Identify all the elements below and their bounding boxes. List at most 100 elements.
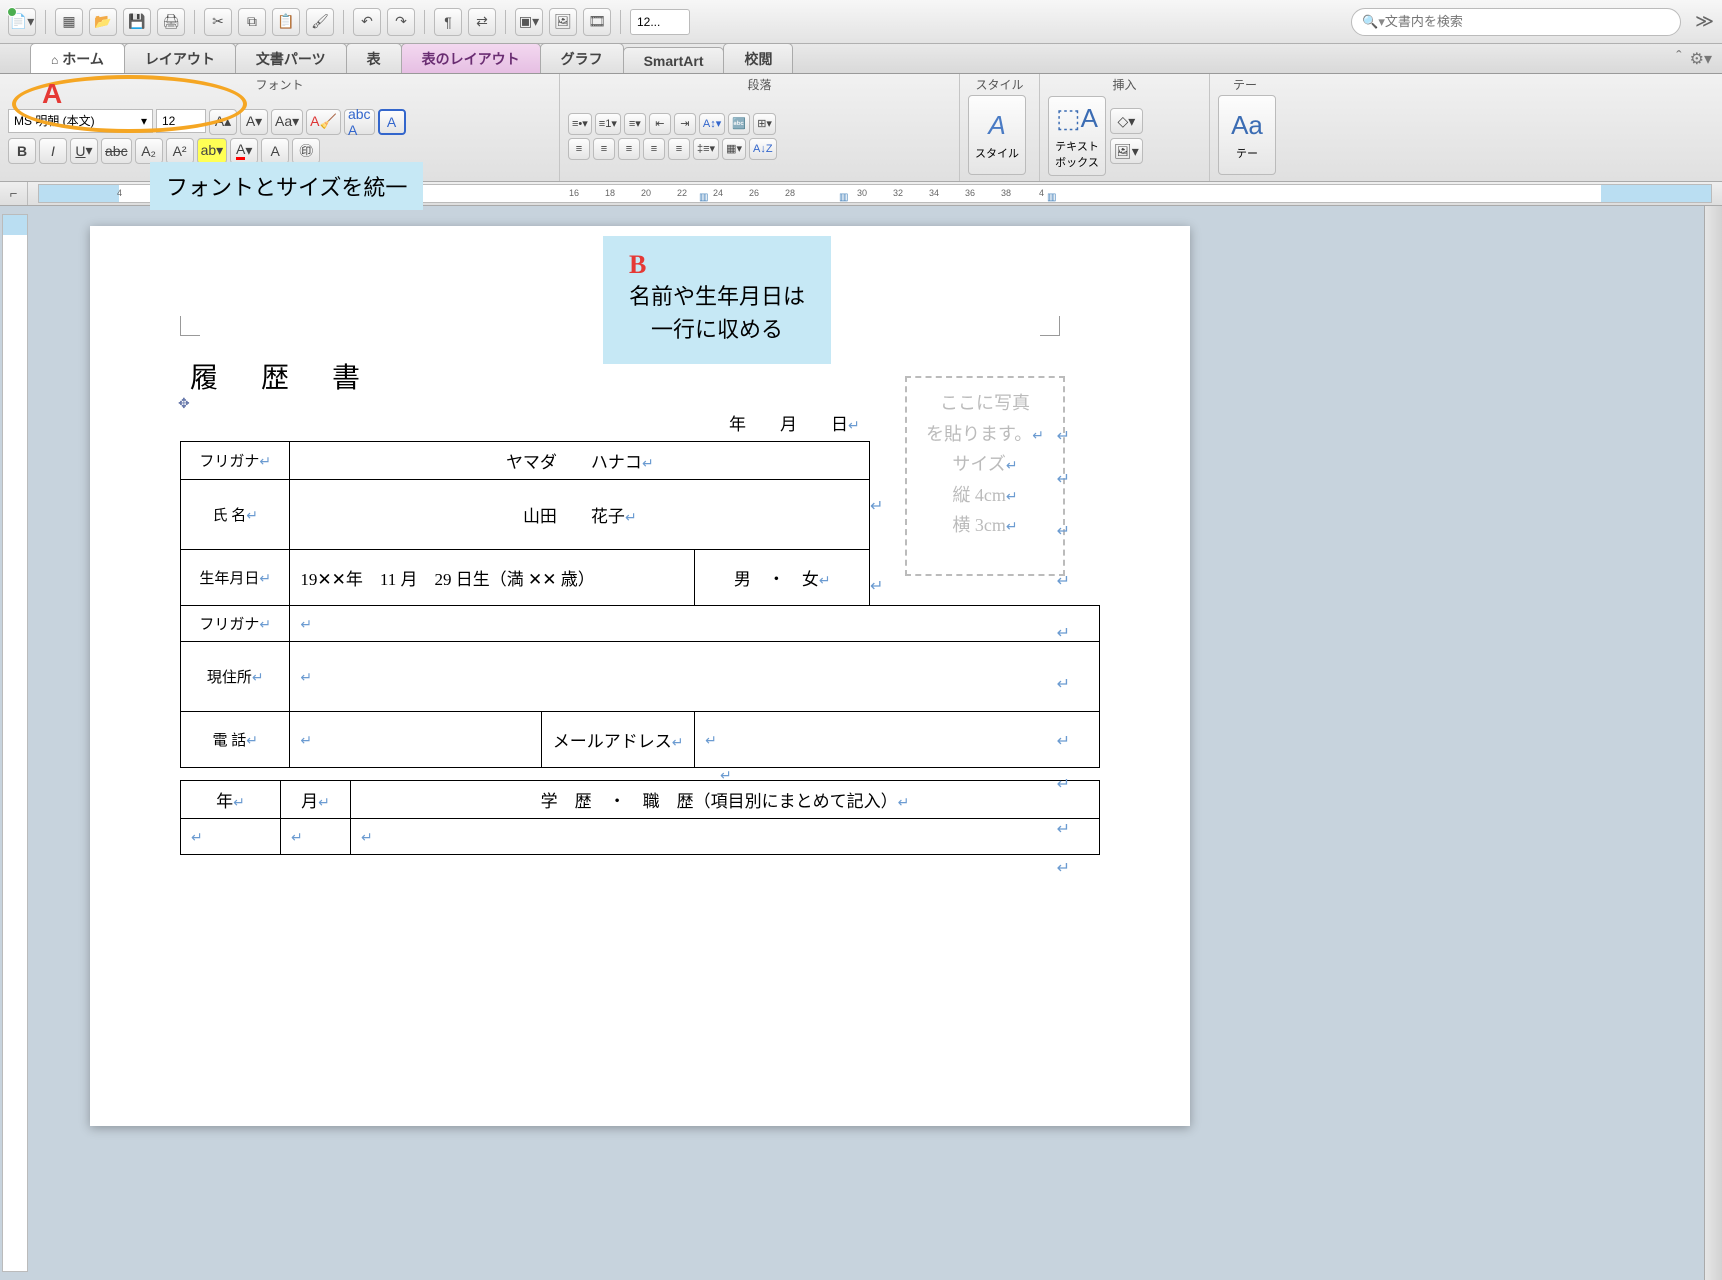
picture-button[interactable]: 🖼▾	[1110, 138, 1143, 164]
search-box[interactable]: 🔍▾	[1351, 8, 1681, 36]
tab-chart[interactable]: グラフ	[540, 43, 624, 73]
change-case-button[interactable]: Aa▾	[271, 109, 303, 135]
tab-table[interactable]: 表	[346, 43, 402, 73]
annotation-b-label: B	[629, 250, 805, 280]
italic-button[interactable]: I	[39, 138, 67, 164]
bold-button[interactable]: B	[8, 138, 36, 164]
new-document-button[interactable]: 📄▾	[8, 8, 36, 36]
font-size-dropdown[interactable]	[156, 109, 206, 133]
strike-button[interactable]: abc	[101, 138, 132, 164]
style-button[interactable]: A スタイル	[968, 95, 1026, 175]
document-page[interactable]: B 名前や生年月日は 一行に収める 履 歴 書 ✥ ここに写真 を貼ります。↵ …	[90, 226, 1190, 1126]
align-center-button[interactable]: ≡	[593, 138, 615, 160]
history-table[interactable]: 年↵ 月↵ 学 歴 ・ 職 歴（項目別にまとめて記入）↵ ↵ ↵ ↵	[180, 780, 1100, 855]
decrease-font-button[interactable]: A▾	[240, 109, 268, 135]
justify-button[interactable]: ≡	[643, 138, 665, 160]
address-value[interactable]: ↵	[290, 642, 1100, 712]
gear-icon[interactable]: ⚙▾	[1690, 49, 1712, 69]
cut-button[interactable]: ✂	[204, 8, 232, 36]
format-painter-button[interactable]: 🖌	[306, 8, 334, 36]
character-border-button[interactable]: A	[378, 109, 406, 135]
tab-layout[interactable]: レイアウト	[124, 43, 236, 73]
shapes-button[interactable]: ◇▾	[1110, 108, 1143, 134]
print-button[interactable]: 🖨	[157, 8, 185, 36]
annotation-b-callout: B 名前や生年月日は 一行に収める	[603, 236, 831, 364]
tab-parts[interactable]: 文書パーツ	[235, 43, 347, 73]
furigana2-label: フリガナ↵	[181, 606, 290, 642]
search-input[interactable]	[1385, 14, 1670, 29]
furigana2-value[interactable]: ↵	[290, 606, 1100, 642]
copy-button[interactable]: ⧉	[238, 8, 266, 36]
email-label: メールアドレス↵	[542, 712, 695, 768]
font-name-dropdown[interactable]: MS 明朝 (本文)▾	[8, 109, 153, 133]
font-color-button[interactable]: A▾	[230, 138, 258, 164]
toolbar-font-size[interactable]	[630, 9, 690, 35]
align-right-button[interactable]: ≡	[618, 138, 640, 160]
tab-review[interactable]: 校閲	[723, 43, 793, 73]
character-shading-button[interactable]: A	[261, 138, 289, 164]
numbering-button[interactable]: ≡1▾	[595, 113, 621, 135]
highlight-button[interactable]: ab▾	[197, 138, 228, 164]
collapse-ribbon-icon[interactable]: ˆ	[1676, 49, 1681, 69]
name-value[interactable]: 山田 花子↵	[290, 480, 870, 550]
multilevel-button[interactable]: ≡▾	[624, 113, 646, 135]
distribute-button[interactable]: ≡	[668, 138, 690, 160]
clear-format-button[interactable]: A🧹	[306, 109, 341, 135]
tab-table-layout[interactable]: 表のレイアウト	[401, 43, 541, 73]
phonetic-button[interactable]: abcA	[344, 109, 375, 135]
textbox-icon: ⬚A	[1056, 103, 1098, 134]
redo-button[interactable]: ↷	[387, 8, 415, 36]
style-group-title: スタイル	[968, 76, 1031, 95]
tab-selector-button[interactable]: ⌐	[0, 182, 28, 205]
margin-corner-tl	[180, 316, 200, 336]
sort-button[interactable]: 🔤	[728, 113, 750, 135]
theme-button[interactable]: Aa テー	[1218, 95, 1276, 175]
insert-group-title: 挿入	[1048, 76, 1201, 95]
name-label: 氏 名↵	[181, 480, 290, 550]
align-left-button[interactable]: ≡	[568, 138, 590, 160]
enclosed-char-button[interactable]: ㊞	[292, 138, 320, 164]
email-value[interactable]: ↵	[695, 712, 1100, 768]
superscript-button[interactable]: A²	[166, 138, 194, 164]
grid-icon[interactable]: ▦	[55, 8, 83, 36]
textbox-button[interactable]: ⬚A テキスト ボックス	[1048, 96, 1106, 176]
open-button[interactable]: 📂	[89, 8, 117, 36]
expand-icon[interactable]: ≫	[1695, 11, 1714, 32]
tab-home[interactable]: ⌂ホーム	[30, 43, 125, 73]
gender-value[interactable]: 男 ・ 女↵	[695, 550, 870, 606]
shading-button[interactable]: ▦▾	[722, 138, 746, 160]
theme-icon: Aa	[1231, 110, 1263, 141]
decrease-indent-button[interactable]: ⇤	[649, 113, 671, 135]
subscript-button[interactable]: A₂	[135, 138, 163, 164]
toggle-button[interactable]: ⇄	[468, 8, 496, 36]
increase-indent-button[interactable]: ⇥	[674, 113, 696, 135]
document-scroll[interactable]: B 名前や生年月日は 一行に収める 履 歴 書 ✥ ここに写真 を貼ります。↵ …	[30, 206, 1704, 1280]
dob-value[interactable]: 19✕✕年 11 月 29 日生（満 ✕✕ 歳）	[290, 550, 695, 606]
sort-az-button[interactable]: A↓Z	[749, 138, 777, 160]
save-button[interactable]: 💾	[123, 8, 151, 36]
font-group-title: フォント	[8, 76, 551, 95]
tab-smartart[interactable]: SmartArt	[623, 47, 725, 73]
margin-corner-tr	[1040, 316, 1060, 336]
borders-button[interactable]: ⊞▾	[753, 113, 776, 135]
sidebar-button[interactable]: ▣▾	[515, 8, 543, 36]
gallery-button[interactable]: 🖼	[549, 8, 577, 36]
table-move-handle[interactable]: ✥	[178, 396, 190, 413]
line-spacing-button[interactable]: ‡≡▾	[693, 138, 719, 160]
pilcrow-button[interactable]: ¶	[434, 8, 462, 36]
increase-font-button[interactable]: A▴	[209, 109, 237, 135]
bullets-button[interactable]: ≡•▾	[568, 113, 592, 135]
paragraph-group-title: 段落	[568, 76, 951, 95]
home-icon: ⌂	[51, 53, 58, 67]
paste-button[interactable]: 📋	[272, 8, 300, 36]
vertical-scrollbar[interactable]	[1704, 206, 1722, 1280]
furigana-value[interactable]: ヤマダ ハナコ↵	[290, 442, 870, 480]
photo-placeholder[interactable]: ここに写真 を貼ります。↵ サイズ↵ 縦 4cm↵ 横 3cm↵	[905, 376, 1065, 576]
underline-button[interactable]: U▾	[70, 138, 98, 164]
text-direction-button[interactable]: A↕▾	[699, 113, 725, 135]
vertical-ruler[interactable]	[2, 214, 28, 1272]
annotation-a-label: A	[42, 78, 62, 110]
media-button[interactable]: 🎞	[583, 8, 611, 36]
phone-value[interactable]: ↵	[290, 712, 542, 768]
undo-button[interactable]: ↶	[353, 8, 381, 36]
